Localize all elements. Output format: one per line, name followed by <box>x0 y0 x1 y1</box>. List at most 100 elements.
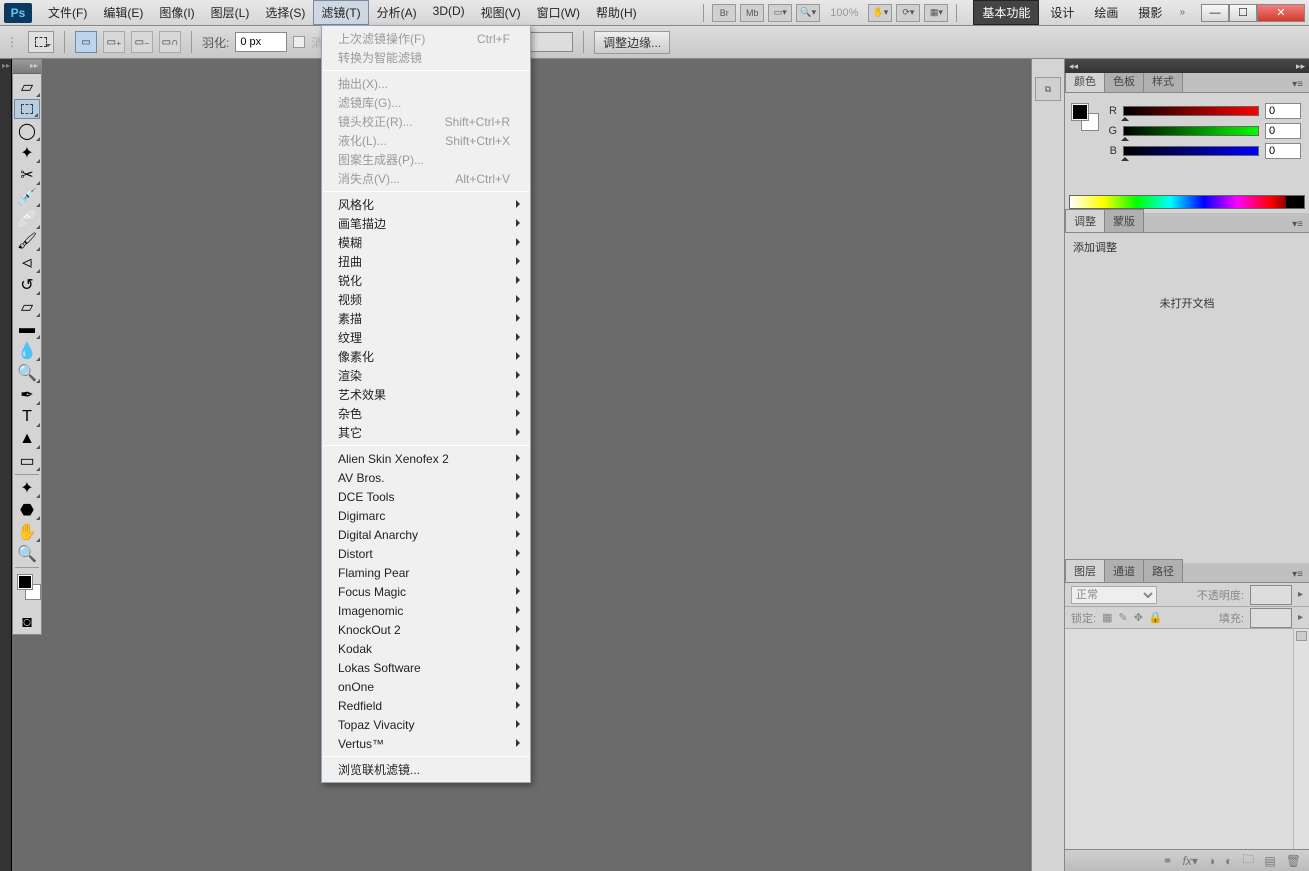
group-icon[interactable]: 🗀 <box>1242 850 1254 871</box>
3d-tool[interactable]: ✦ <box>13 477 41 499</box>
lock-all-icon[interactable]: 🔒 <box>1149 611 1163 624</box>
healing-tool[interactable]: 🩹 <box>13 208 41 230</box>
menu-0[interactable]: 文件(F) <box>40 0 95 25</box>
hand-tool[interactable]: ✋ <box>13 521 41 543</box>
selection-intersect[interactable]: ▭∩ <box>159 31 181 53</box>
menu-entry[interactable]: 扭曲 <box>322 252 530 271</box>
menu-entry[interactable]: DCE Tools <box>322 487 530 506</box>
feather-input[interactable] <box>235 32 287 52</box>
menu-8[interactable]: 视图(V) <box>473 0 529 25</box>
mask-icon[interactable]: ◑ <box>1208 854 1215 868</box>
eyedropper-tool[interactable]: 💉 <box>13 186 41 208</box>
panel-menu-icon[interactable]: ▾≡ <box>1286 77 1309 92</box>
color-value-input[interactable] <box>1265 143 1301 159</box>
workspace-tab[interactable]: 绘画 <box>1085 0 1127 25</box>
marquee-tool[interactable] <box>14 99 40 119</box>
menu-entry[interactable]: 像素化 <box>322 347 530 366</box>
menu-entry[interactable]: 其它 <box>322 423 530 442</box>
quickmask-button[interactable]: ◙ <box>13 612 41 634</box>
window-minimize[interactable]: — <box>1201 4 1229 22</box>
menu-entry[interactable]: 风格化 <box>322 195 530 214</box>
menu-entry[interactable]: onOne <box>322 677 530 696</box>
crop-tool[interactable]: ✂ <box>13 164 41 186</box>
menu-9[interactable]: 窗口(W) <box>529 0 588 25</box>
panel-menu-icon[interactable]: ▾≡ <box>1286 567 1309 582</box>
menu-entry[interactable]: Lokas Software <box>322 658 530 677</box>
current-tool-preset[interactable] <box>28 31 54 53</box>
color-slider[interactable] <box>1123 146 1259 156</box>
selection-add[interactable]: ▭₊ <box>103 31 125 53</box>
menu-2[interactable]: 图像(I) <box>151 0 202 25</box>
history-brush-tool[interactable]: ↺ <box>13 274 41 296</box>
menu-6[interactable]: 分析(A) <box>369 0 425 25</box>
menu-entry[interactable]: Flaming Pear <box>322 563 530 582</box>
menu-entry[interactable]: 浏览联机滤镜... <box>322 760 530 779</box>
menu-entry[interactable]: Vertus™ <box>322 734 530 753</box>
menu-4[interactable]: 选择(S) <box>257 0 313 25</box>
blend-mode-select[interactable]: 正常 <box>1071 586 1157 604</box>
panel-tab[interactable]: 图层 <box>1065 559 1105 582</box>
stamp-tool[interactable]: ⏿ <box>13 252 41 274</box>
link-layers-icon[interactable]: ⚭ <box>1162 854 1172 868</box>
menu-entry[interactable]: Digital Anarchy <box>322 525 530 544</box>
color-value-input[interactable] <box>1265 123 1301 139</box>
hand-button[interactable]: ✋▾ <box>868 4 892 22</box>
lock-transparent-icon[interactable]: ▦ <box>1102 611 1112 624</box>
history-panel-icon[interactable]: ⧉ <box>1035 77 1061 101</box>
gradient-tool[interactable]: ▬ <box>13 318 41 340</box>
menu-3[interactable]: 图层(L) <box>203 0 258 25</box>
opacity-input[interactable] <box>1250 585 1292 605</box>
rotate-view-button[interactable]: ⟳▾ <box>896 4 920 22</box>
menu-entry[interactable]: Distort <box>322 544 530 563</box>
menu-entry[interactable]: 锐化 <box>322 271 530 290</box>
fg-swatch[interactable] <box>1071 103 1089 121</box>
menu-7[interactable]: 3D(D) <box>425 0 473 25</box>
lock-position-icon[interactable]: ✥ <box>1134 611 1143 624</box>
path-select-tool[interactable]: ▲ <box>13 428 41 450</box>
fx-icon[interactable]: fx▾ <box>1183 854 1198 868</box>
scrollbar[interactable] <box>1293 629 1309 849</box>
menu-entry[interactable]: 杂色 <box>322 404 530 423</box>
refine-edge-button[interactable]: 调整边缘... <box>594 31 670 54</box>
delete-layer-icon[interactable]: 🗑 <box>1286 854 1301 868</box>
pen-tool[interactable]: ✒ <box>13 384 41 406</box>
shape-tool[interactable]: ▭ <box>13 450 41 472</box>
menu-entry[interactable]: 画笔描边 <box>322 214 530 233</box>
minibridge-button[interactable]: Mb <box>740 4 764 22</box>
3d-camera-tool[interactable]: ⬣ <box>13 499 41 521</box>
fg-color-swatch[interactable] <box>17 574 33 590</box>
color-slider[interactable] <box>1123 126 1259 136</box>
color-spectrum[interactable] <box>1069 195 1305 209</box>
menu-entry[interactable]: AV Bros. <box>322 468 530 487</box>
dodge-tool[interactable]: 🔍 <box>13 362 41 384</box>
color-value-input[interactable] <box>1265 103 1301 119</box>
menu-10[interactable]: 帮助(H) <box>588 0 645 25</box>
move-tool[interactable]: ▱ <box>13 76 41 98</box>
workspace-tab[interactable]: 基本功能 <box>973 0 1039 25</box>
menu-entry[interactable]: Alien Skin Xenofex 2 <box>322 449 530 468</box>
quick-select-tool[interactable]: ✦ <box>13 142 41 164</box>
menu-entry[interactable]: 视频 <box>322 290 530 309</box>
menu-entry[interactable]: Topaz Vivacity <box>322 715 530 734</box>
menu-1[interactable]: 编辑(E) <box>95 0 151 25</box>
menu-entry[interactable]: Focus Magic <box>322 582 530 601</box>
menu-entry[interactable]: 艺术效果 <box>322 385 530 404</box>
bridge-button[interactable]: Br <box>712 4 736 22</box>
panel-menu-icon[interactable]: ▾≡ <box>1286 217 1309 232</box>
zoom-button[interactable]: 🔍▾ <box>796 4 820 22</box>
menu-5[interactable]: 滤镜(T) <box>313 0 368 25</box>
type-tool[interactable]: T <box>13 406 41 428</box>
zoom-tool[interactable]: 🔍 <box>13 543 41 565</box>
lasso-tool[interactable]: ◯ <box>13 120 41 142</box>
menu-entry[interactable]: Imagenomic <box>322 601 530 620</box>
panel-tab[interactable]: 路径 <box>1143 559 1183 582</box>
new-layer-icon[interactable]: ▤ <box>1264 854 1275 868</box>
menu-entry[interactable]: KnockOut 2 <box>322 620 530 639</box>
screen-mode-button[interactable]: ▭▾ <box>768 4 792 22</box>
arrange-button[interactable]: ▦▾ <box>924 4 948 22</box>
blur-tool[interactable]: 💧 <box>13 340 41 362</box>
selection-new[interactable]: ▭ <box>75 31 97 53</box>
lock-pixels-icon[interactable]: ✎ <box>1118 611 1127 624</box>
menu-entry[interactable]: Digimarc <box>322 506 530 525</box>
window-close[interactable]: ✕ <box>1257 4 1305 22</box>
